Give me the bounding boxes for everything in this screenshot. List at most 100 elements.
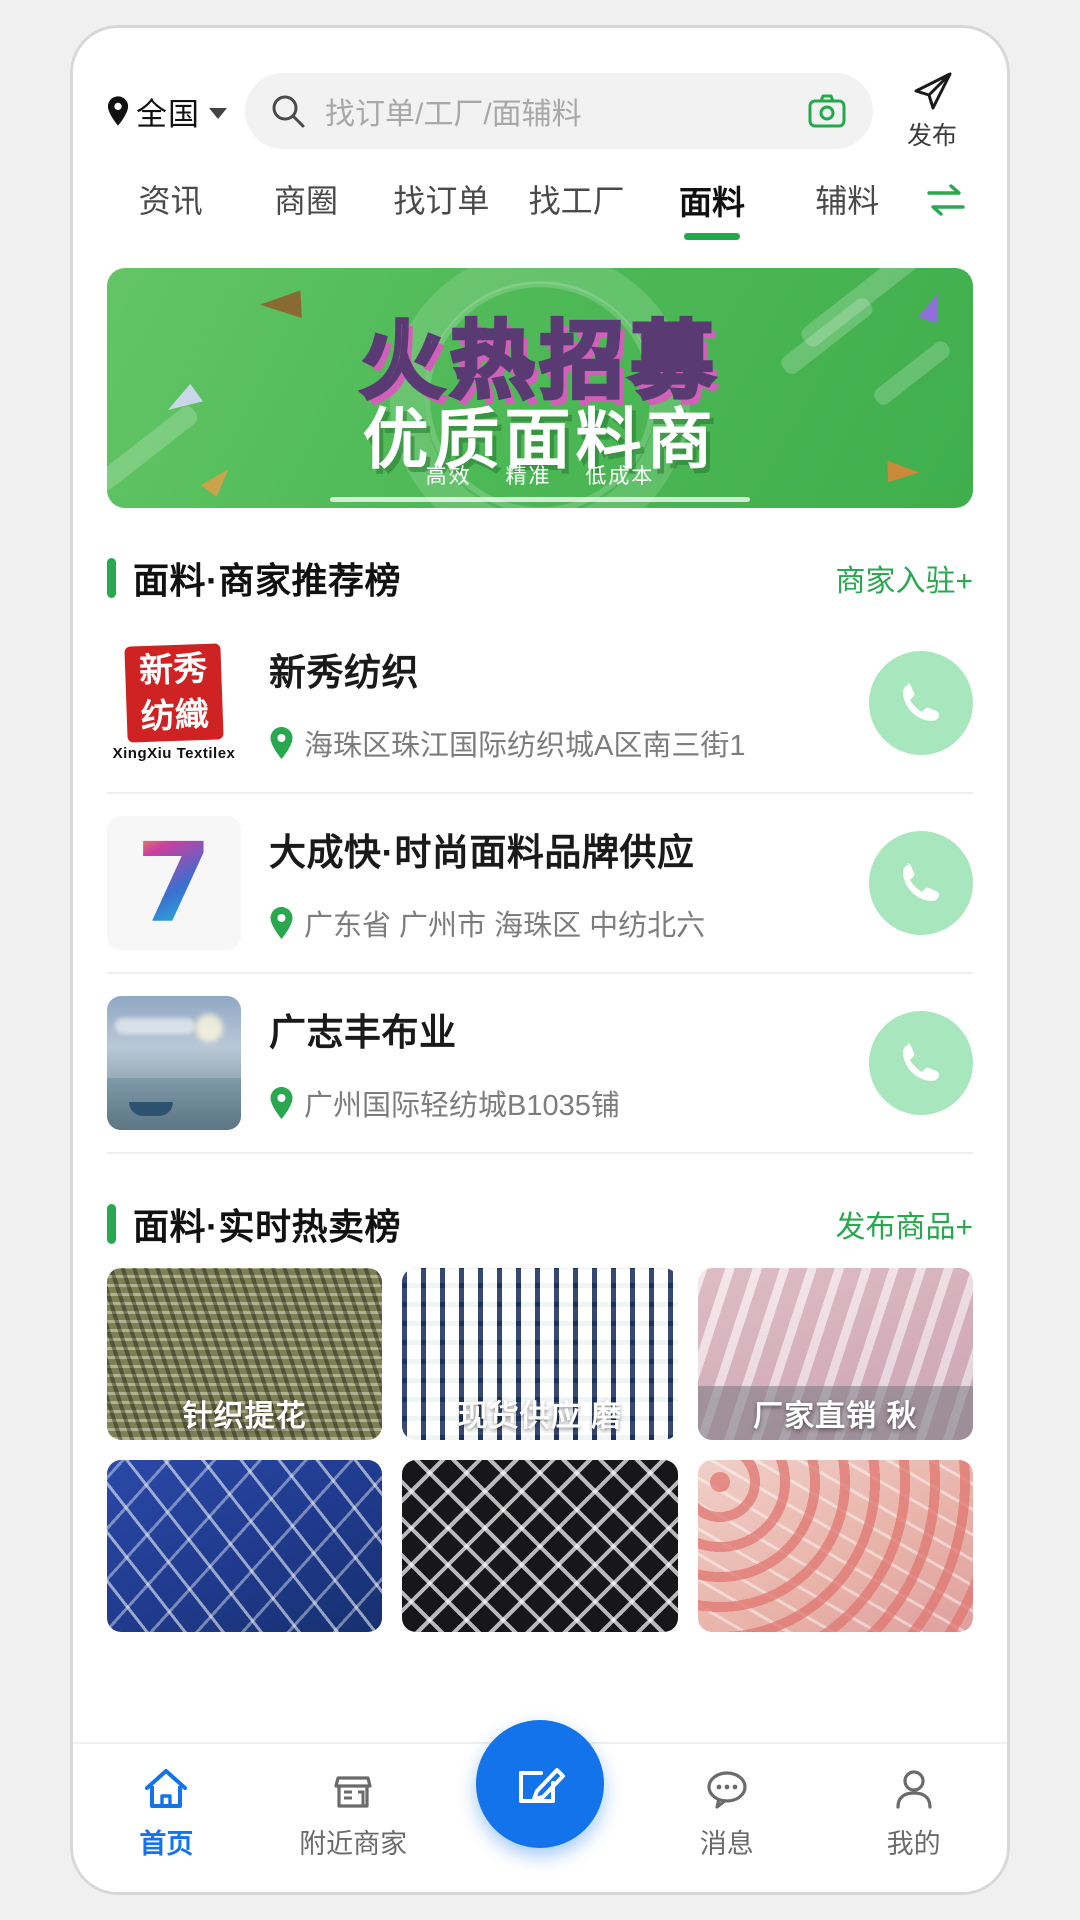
tab-zixun[interactable]: 资讯 bbox=[103, 176, 238, 244]
merchant-address: 海珠区珠江国际纺织城A区南三街1 bbox=[304, 730, 746, 762]
merchant-logo-stamp-text: 新秀 纺織 bbox=[138, 648, 210, 737]
merchant-logo-stamp: 新秀 纺織 bbox=[124, 642, 224, 743]
nav-label: 消息 bbox=[699, 1829, 754, 1859]
merchant-logo bbox=[107, 996, 241, 1130]
merchant-row[interactable]: 新秀 纺織 XingXiu Textilex 新秀纺织 海珠区珠江国际纺织城A区南… bbox=[107, 614, 973, 794]
merchant-join-link[interactable]: 商家入驻+ bbox=[835, 556, 973, 600]
merchant-section-header: 面料·商家推荐榜 商家入驻+ bbox=[73, 552, 1007, 604]
product-card[interactable] bbox=[107, 1460, 383, 1632]
product-section-header: 面料·实时热卖榜 发布商品+ bbox=[73, 1198, 1007, 1250]
product-grid: 针织提花 现货供应 磨 厂家直销 秋 bbox=[73, 1268, 1007, 1632]
banner-tag: 高效 bbox=[425, 465, 472, 488]
merchant-logo-text: 7 bbox=[135, 819, 213, 947]
promo-banner[interactable]: 火热招募 优质面料商 高效 精准 低成本 bbox=[107, 268, 973, 508]
phone-frame: 全国 找订单/工厂/面辅料 发布 资讯 商圈 找订单 找工厂 面料 辅料 火热招… bbox=[70, 25, 1010, 1895]
nav-item-profile[interactable]: 我的 bbox=[820, 1766, 1007, 1861]
product-section-title: 面料·实时热卖榜 bbox=[133, 1206, 401, 1247]
tab-zhaodingdan[interactable]: 找订单 bbox=[374, 176, 509, 244]
merchant-address: 广东省 广州市 海珠区 中纺北六 bbox=[304, 910, 706, 942]
merchant-call-button[interactable] bbox=[869, 651, 973, 755]
merchant-address-row: 广州国际轻纺城B1035铺 bbox=[269, 1082, 841, 1124]
merchant-row[interactable]: 广志丰布业 广州国际轻纺城B1035铺 bbox=[107, 974, 973, 1154]
map-pin-icon bbox=[270, 727, 293, 759]
merchant-logo: 7 bbox=[107, 816, 241, 950]
merchant-info: 新秀纺织 海珠区珠江国际纺织城A区南三街1 bbox=[269, 642, 841, 764]
product-card[interactable]: 厂家直销 秋 bbox=[697, 1268, 973, 1440]
merchant-section-title-group: 面料·商家推荐榜 bbox=[107, 552, 401, 604]
person-icon bbox=[895, 1770, 932, 1809]
paper-plane-icon bbox=[914, 72, 952, 110]
product-section-title-group: 面料·实时热卖榜 bbox=[107, 1198, 401, 1250]
swap-arrows-icon bbox=[927, 184, 965, 216]
scroll-content[interactable]: 火热招募 优质面料商 高效 精准 低成本 面料·商家推荐榜 商家入驻+ 新秀 纺織 bbox=[73, 246, 1007, 1892]
location-label: 全国 bbox=[136, 96, 200, 132]
tab-label: 辅料 bbox=[815, 183, 880, 219]
publish-label: 发布 bbox=[906, 122, 957, 150]
merchant-row[interactable]: 7 大成快·时尚面料品牌供应 广东省 广州市 海珠区 中纺北六 bbox=[107, 794, 973, 974]
chevron-down-icon bbox=[209, 107, 227, 119]
merchant-name: 广志丰布业 bbox=[269, 1012, 457, 1053]
store-icon bbox=[334, 1776, 372, 1808]
section-accent-bar bbox=[107, 1204, 116, 1244]
product-card-label bbox=[107, 1578, 382, 1632]
merchant-call-button[interactable] bbox=[869, 1011, 973, 1115]
nav-item-nearby-merchants[interactable]: 附近商家 bbox=[260, 1766, 447, 1861]
merchant-address-row: 广东省 广州市 海珠区 中纺北六 bbox=[269, 902, 841, 944]
merchant-address-row: 海珠区珠江国际纺织城A区南三街1 bbox=[269, 722, 841, 764]
bottom-navigation: 首页 附近商家 消息 我的 bbox=[73, 1720, 1007, 1892]
location-selector[interactable]: 全国 bbox=[107, 89, 227, 134]
merchant-info: 广志丰布业 广州国际轻纺城B1035铺 bbox=[269, 1002, 841, 1124]
tab-swap-button[interactable] bbox=[915, 176, 977, 220]
product-card[interactable]: 现货供应 磨 bbox=[402, 1268, 678, 1440]
tab-label: 资讯 bbox=[138, 183, 203, 219]
phone-icon bbox=[903, 863, 939, 901]
tab-label: 面料 bbox=[678, 184, 745, 221]
nav-label: 首页 bbox=[139, 1829, 194, 1859]
search-placeholder: 找订单/工厂/面辅料 bbox=[325, 98, 582, 131]
compose-fab-button[interactable] bbox=[475, 1720, 604, 1848]
tab-shangquan[interactable]: 商圈 bbox=[238, 176, 373, 244]
logo-water-decor bbox=[107, 1078, 241, 1130]
tab-label: 商圈 bbox=[273, 183, 338, 219]
publish-product-link[interactable]: 发布商品+ bbox=[835, 1202, 973, 1246]
tab-underline-active bbox=[683, 233, 740, 240]
phone-icon bbox=[903, 1043, 939, 1081]
tab-mianliao[interactable]: 面料 bbox=[644, 176, 779, 246]
product-card[interactable] bbox=[697, 1460, 973, 1632]
tab-fuliao[interactable]: 辅料 bbox=[780, 176, 915, 244]
banner-tag: 精准 bbox=[505, 465, 552, 488]
merchant-address: 广州国际轻纺城B1035铺 bbox=[304, 1090, 620, 1122]
chat-bubble-icon bbox=[707, 1771, 747, 1809]
product-card-label bbox=[698, 1578, 973, 1632]
product-card[interactable]: 针织提花 bbox=[107, 1268, 383, 1440]
merchant-name: 新秀纺织 bbox=[269, 652, 419, 693]
tab-zhaogongchang[interactable]: 找工厂 bbox=[509, 176, 644, 244]
nav-item-home[interactable]: 首页 bbox=[73, 1766, 260, 1861]
product-card[interactable] bbox=[402, 1460, 678, 1632]
nav-item-messages[interactable]: 消息 bbox=[633, 1766, 820, 1861]
map-pin-icon bbox=[270, 1087, 293, 1119]
tab-label: 找工厂 bbox=[528, 183, 625, 219]
section-accent-bar bbox=[107, 558, 116, 598]
home-icon bbox=[145, 1769, 188, 1808]
phone-icon bbox=[903, 683, 939, 721]
merchant-info: 大成快·时尚面料品牌供应 广东省 广州市 海珠区 中纺北六 bbox=[269, 822, 841, 944]
banner-underline-decor bbox=[330, 497, 750, 502]
map-pin-icon bbox=[270, 907, 293, 939]
app-header: 全国 找订单/工厂/面辅料 发布 bbox=[73, 28, 1007, 162]
tab-label: 找订单 bbox=[393, 183, 490, 219]
logo-sun-decor bbox=[195, 1014, 223, 1042]
logo-cloud-decor bbox=[115, 1018, 195, 1034]
merchant-call-button[interactable] bbox=[869, 831, 973, 935]
publish-button[interactable]: 发布 bbox=[891, 70, 973, 152]
merchant-list: 新秀 纺織 XingXiu Textilex 新秀纺织 海珠区珠江国际纺织城A区南… bbox=[73, 614, 1007, 1154]
product-card-label: 厂家直销 秋 bbox=[697, 1386, 973, 1440]
search-input[interactable]: 找订单/工厂/面辅料 bbox=[245, 73, 873, 149]
merchant-logo: 新秀 纺織 XingXiu Textilex bbox=[107, 636, 241, 770]
merchant-section-title: 面料·商家推荐榜 bbox=[133, 560, 401, 601]
product-card-label bbox=[402, 1578, 677, 1632]
nav-label: 我的 bbox=[886, 1829, 941, 1859]
camera-icon[interactable] bbox=[807, 93, 847, 129]
product-card-label: 现货供应 磨 bbox=[457, 1400, 623, 1433]
merchant-logo-caption: XingXiu Textilex bbox=[112, 744, 236, 762]
